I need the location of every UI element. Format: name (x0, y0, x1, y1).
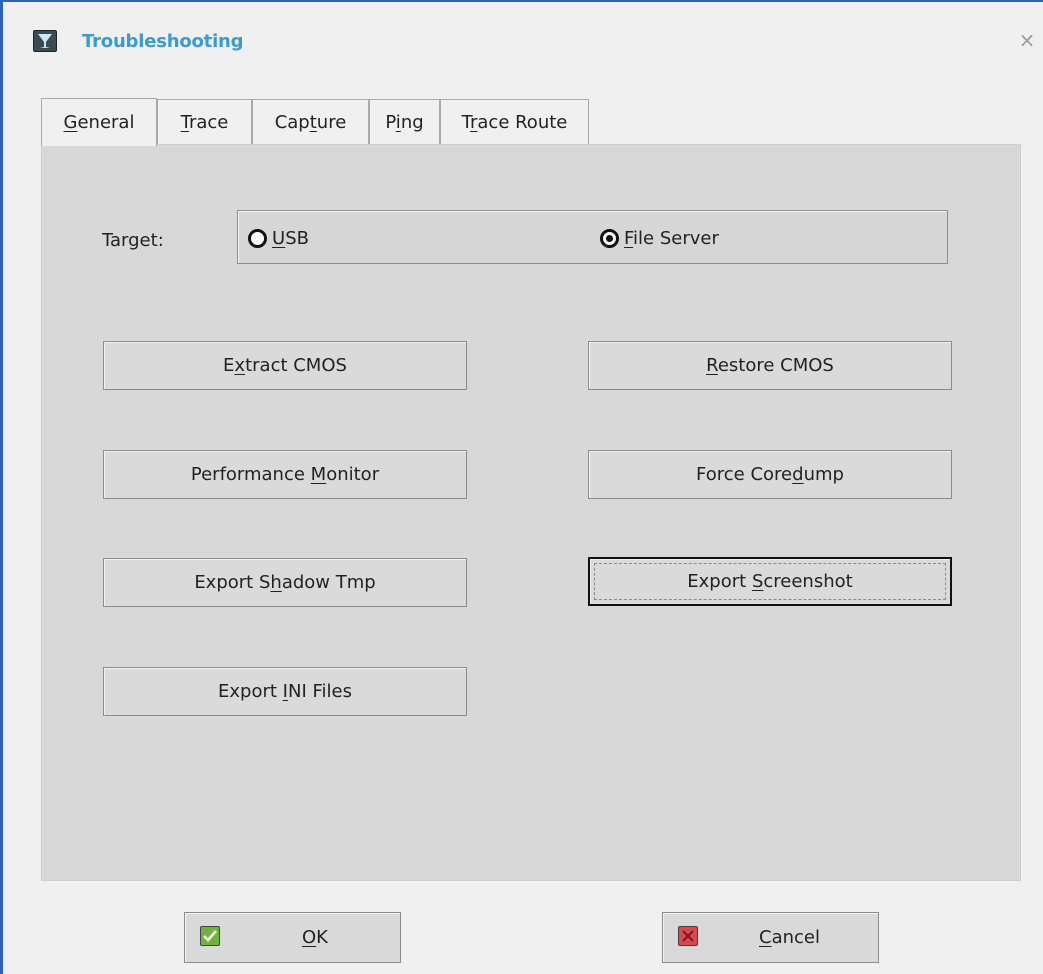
export-screenshot-button[interactable]: Export Screenshot (588, 557, 952, 606)
tab-label: General (63, 112, 135, 133)
tab-label: Trace (180, 111, 229, 133)
cancel-button[interactable]: Cancel (662, 912, 879, 963)
tab-label: Ping (385, 111, 424, 133)
tab-trace-route[interactable]: Trace Route (440, 99, 589, 144)
tab-ping[interactable]: Ping (369, 99, 440, 144)
button-label: Export Shadow Tmp (194, 572, 376, 593)
tab-general[interactable]: General (41, 98, 157, 146)
general-tab-panel: Target: USB File Server Extract CMOS Res… (41, 144, 1021, 881)
button-label: Export INI Files (218, 681, 352, 702)
tab-capture[interactable]: Capture (252, 99, 369, 144)
export-ini-files-button[interactable]: Export INI Files (103, 667, 467, 716)
troubleshooting-dialog: Troubleshooting × General Trace Capture … (0, 0, 1043, 974)
focus-ring (594, 563, 946, 600)
tab-label: Capture (274, 111, 347, 133)
app-icon (33, 30, 57, 52)
ok-button[interactable]: OK (184, 912, 401, 963)
button-label: Extract CMOS (223, 355, 347, 376)
restore-cmos-button[interactable]: Restore CMOS (588, 341, 952, 390)
ok-label: OK (302, 927, 328, 948)
check-icon (200, 926, 220, 946)
title-bar: Troubleshooting × (3, 2, 1043, 82)
radio-checked-icon (600, 229, 619, 248)
cross-icon (678, 926, 698, 946)
radio-unchecked-icon (248, 229, 267, 248)
window-title: Troubleshooting (82, 31, 244, 52)
cancel-label: Cancel (759, 927, 820, 948)
button-label: Restore CMOS (706, 355, 834, 376)
file-server-radio-label: File Server (624, 228, 719, 249)
tab-label: Trace Route (461, 111, 568, 133)
button-label: Force Coredump (696, 464, 844, 485)
export-shadow-tmp-button[interactable]: Export Shadow Tmp (103, 558, 467, 607)
tab-trace[interactable]: Trace (157, 99, 252, 144)
close-icon[interactable]: × (1017, 30, 1037, 50)
usb-radio-label: USB (272, 228, 309, 249)
performance-monitor-button[interactable]: Performance Monitor (103, 450, 467, 499)
file-server-radio[interactable]: File Server (600, 228, 719, 249)
usb-radio[interactable]: USB (248, 228, 309, 249)
button-label: Performance Monitor (190, 464, 380, 485)
force-coredump-button[interactable]: Force Coredump (588, 450, 952, 499)
target-label: Target: (102, 230, 164, 251)
extract-cmos-button[interactable]: Extract CMOS (103, 341, 467, 390)
target-radio-group: USB File Server (237, 210, 948, 264)
